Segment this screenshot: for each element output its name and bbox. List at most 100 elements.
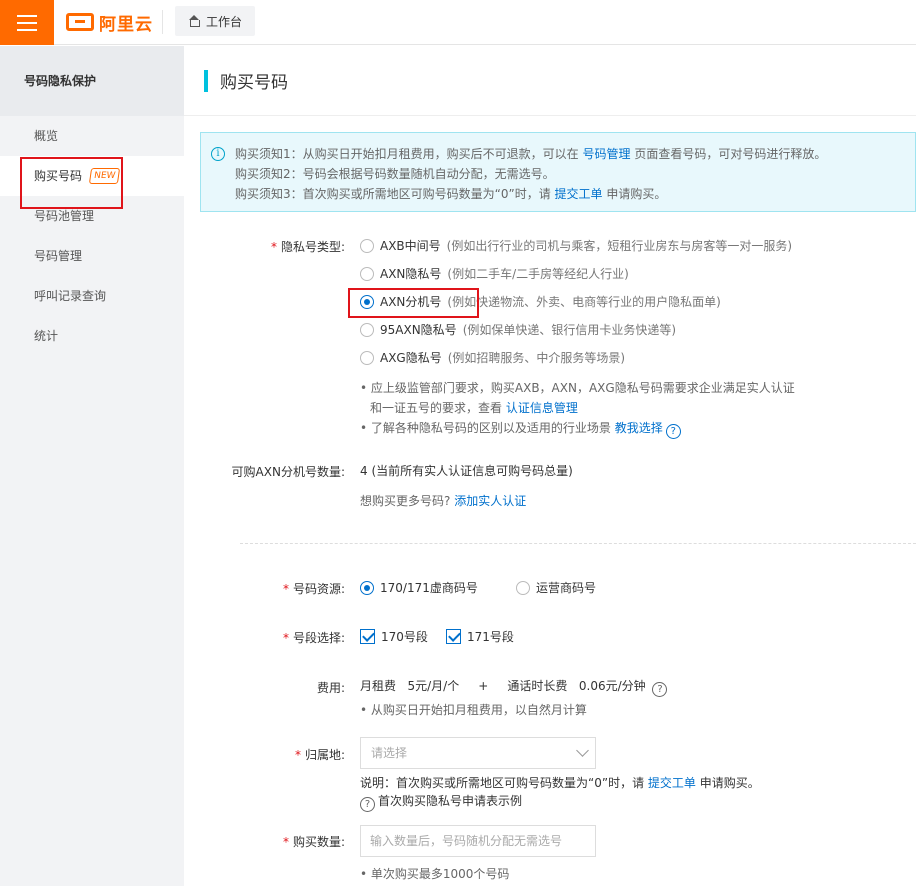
teach-me-choose-link[interactable]: 教我选择	[615, 421, 663, 435]
top-bar: 阿里云 工作台	[0, 0, 916, 45]
segment-label: * 号段选择:	[282, 631, 345, 645]
auth-info-link[interactable]: 认证信息管理	[506, 401, 578, 415]
sidebar-item-label: 号码管理	[34, 249, 83, 263]
radio-label: 95AXN隐私号	[380, 323, 457, 337]
region-select[interactable]: 请选择	[360, 737, 596, 769]
hamburger-menu-icon[interactable]	[0, 0, 54, 45]
radio-button-checked[interactable]	[360, 580, 374, 595]
fee-text: 通话时长费	[507, 679, 568, 693]
privacy-tip-2: • 了解各种隐私号码的区别以及适用的行业场景 教我选择?	[360, 418, 681, 439]
region-label: * 归属地:	[294, 748, 345, 762]
label-text: 购买数量:	[292, 835, 345, 849]
tip-text: • 应上级监管部门要求，购买AXB，AXN，AXG隐私号码需要求企业满足实人认证	[360, 381, 795, 395]
select-placeholder: 请选择	[371, 746, 408, 760]
sidebar-item-number-pool[interactable]: 号码池管理	[0, 196, 184, 236]
checkbox-171[interactable]: 171号段	[446, 628, 514, 645]
radio-desc: (例如快递物流、外卖、电商等行业的用户隐私面单)	[447, 295, 721, 309]
sidebar-item-label: 号码池管理	[34, 209, 95, 223]
sidebar-item-call-records[interactable]: 呼叫记录查询	[0, 276, 184, 316]
help-icon[interactable]: ?	[665, 424, 681, 439]
page-title: 购买号码	[220, 73, 288, 93]
more-numbers: 想购买更多号码? 添加实人认证	[360, 491, 526, 511]
radio-axn-extension[interactable]: AXN分机号 (例如快递物流、外卖、电商等行业的用户隐私面单)	[360, 293, 721, 310]
label-text: 隐私号类型:	[280, 240, 345, 254]
quantity-label: * 购买数量:	[282, 835, 345, 849]
quantity-note: • 单次购买最多1000个号码	[360, 867, 510, 881]
help-icon[interactable]: ?	[652, 682, 668, 697]
region-note: 说明：首次购买或所需地区可购号码数量为“0”时，请 提交工单 申请购买。	[360, 773, 760, 793]
add-real-name-auth-link[interactable]: 添加实人认证	[454, 494, 526, 508]
section-divider	[240, 543, 916, 544]
fee-text: +	[478, 679, 489, 693]
radio-axg[interactable]: AXG隐私号 (例如招聘服务、中介服务等场景)	[360, 349, 625, 366]
chevron-down-icon	[576, 744, 589, 757]
resource-label: * 号码资源:	[282, 582, 345, 596]
privacy-tip-1: • 应上级监管部门要求，购买AXB，AXN，AXG隐私号码需要求企业满足实人认证…	[360, 378, 795, 418]
radio-axn-privacy[interactable]: AXN隐私号 (例如二手车/二手房等经纪人行业)	[360, 265, 629, 282]
notice-line-2: 购买须知2：号码会根据号码数量随机自动分配，无需选号。	[235, 167, 555, 181]
radio-95axn[interactable]: 95AXN隐私号 (例如保单快递、银行信用卡业务快递等)	[360, 321, 676, 338]
notice-text: 购买须知1：从购买日开始扣月租费用，购买后不可退款，可以在	[235, 147, 579, 161]
radio-desc: (例如招聘服务、中介服务等场景)	[447, 351, 626, 365]
sidebar-item-number-management[interactable]: 号码管理	[0, 236, 184, 276]
note-text: 说明：首次购买或所需地区可购号码数量为“0”时，请	[360, 776, 645, 790]
radio-label: AXN分机号	[380, 295, 442, 309]
tip-text: 和一证五号的要求，查看	[370, 401, 503, 415]
radio-button[interactable]	[360, 322, 374, 337]
quantity-input[interactable]	[360, 825, 596, 857]
radio-label: 运营商码号	[536, 581, 597, 595]
radio-button[interactable]	[360, 350, 374, 365]
checkbox-checked[interactable]	[360, 629, 375, 644]
radio-desc: (例如保单快递、银行信用卡业务快递等)	[462, 323, 677, 337]
available-label: 可购AXN分机号数量:	[231, 465, 345, 479]
submit-ticket-link-2[interactable]: 提交工单	[648, 776, 696, 790]
notice-text: 申请购买。	[606, 187, 667, 201]
sidebar-item-label: 购买号码	[34, 169, 83, 183]
checkbox-label: 171号段	[467, 630, 514, 644]
logo-text: 阿里云	[99, 14, 153, 35]
radio-resource-170[interactable]: 170/171虚商码号	[360, 579, 478, 596]
help-icon: ?	[360, 797, 375, 812]
fee-text: 0.06元/分钟	[578, 679, 646, 693]
workbench-button[interactable]: 工作台	[175, 6, 255, 36]
privacy-type-label: * 隐私号类型:	[270, 240, 345, 254]
aliyun-logo-icon	[66, 13, 94, 31]
sidebar: 号码隐私保护 概览 购买号码 NEW 号码池管理 号码管理 呼叫记录查询 统计	[0, 46, 184, 886]
aliyun-logo[interactable]: 阿里云	[66, 11, 153, 35]
sidebar-item-buy-number[interactable]: 购买号码 NEW	[0, 156, 184, 196]
title-accent-bar	[204, 69, 208, 92]
region-example[interactable]: ? 首次购买隐私号申请表示例	[360, 791, 522, 812]
submit-ticket-link[interactable]: 提交工单	[555, 187, 603, 201]
tip-text: 想购买更多号码?	[360, 494, 451, 508]
example-text: 首次购买隐私号申请表示例	[378, 794, 523, 808]
purchase-notice: i 购买须知1：从购买日开始扣月租费用，购买后不可退款，可以在 号码管理 页面查…	[200, 132, 916, 212]
radio-button[interactable]	[360, 238, 374, 253]
new-badge: NEW	[88, 168, 121, 184]
sidebar-title: 号码隐私保护	[0, 46, 184, 116]
notice-text: 页面查看号码，可对号码进行释放。	[634, 147, 827, 161]
divider	[162, 10, 163, 34]
sidebar-item-statistics[interactable]: 统计	[0, 316, 184, 356]
home-icon	[188, 15, 200, 27]
radio-button[interactable]	[516, 580, 530, 595]
tip-text: • 了解各种隐私号码的区别以及适用的行业场景	[360, 421, 611, 435]
radio-label: AXN隐私号	[380, 267, 442, 281]
fee-label: 费用:	[316, 681, 345, 695]
sidebar-item-label: 概览	[34, 129, 59, 143]
sidebar-item-overview[interactable]: 概览	[0, 116, 184, 156]
radio-resource-operator[interactable]: 运营商码号	[516, 579, 596, 596]
fee-details: 月租费 5元/月/个 + 通话时长费 0.06元/分钟 ?	[360, 676, 668, 697]
radio-desc: (例如出行行业的司机与乘客，短租行业房东与房客等一对一服务)	[446, 239, 793, 253]
info-icon: i	[211, 147, 225, 161]
radio-button-checked[interactable]	[360, 294, 374, 309]
fee-note: • 从购买日开始扣月租费用，以自然月计算	[360, 703, 587, 717]
fee-text: 5元/月/个	[407, 679, 460, 693]
number-management-link[interactable]: 号码管理	[582, 147, 630, 161]
label-text: 归属地:	[304, 748, 345, 762]
checkbox-170[interactable]: 170号段	[360, 628, 428, 645]
label-text: 号段选择:	[292, 631, 345, 645]
checkbox-checked[interactable]	[446, 629, 461, 644]
radio-button[interactable]	[360, 266, 374, 281]
radio-axb[interactable]: AXB中间号 (例如出行行业的司机与乘客，短租行业房东与房客等一对一服务)	[360, 237, 792, 254]
main-content: 购买号码 i 购买须知1：从购买日开始扣月租费用，购买后不可退款，可以在 号码管…	[184, 46, 916, 886]
